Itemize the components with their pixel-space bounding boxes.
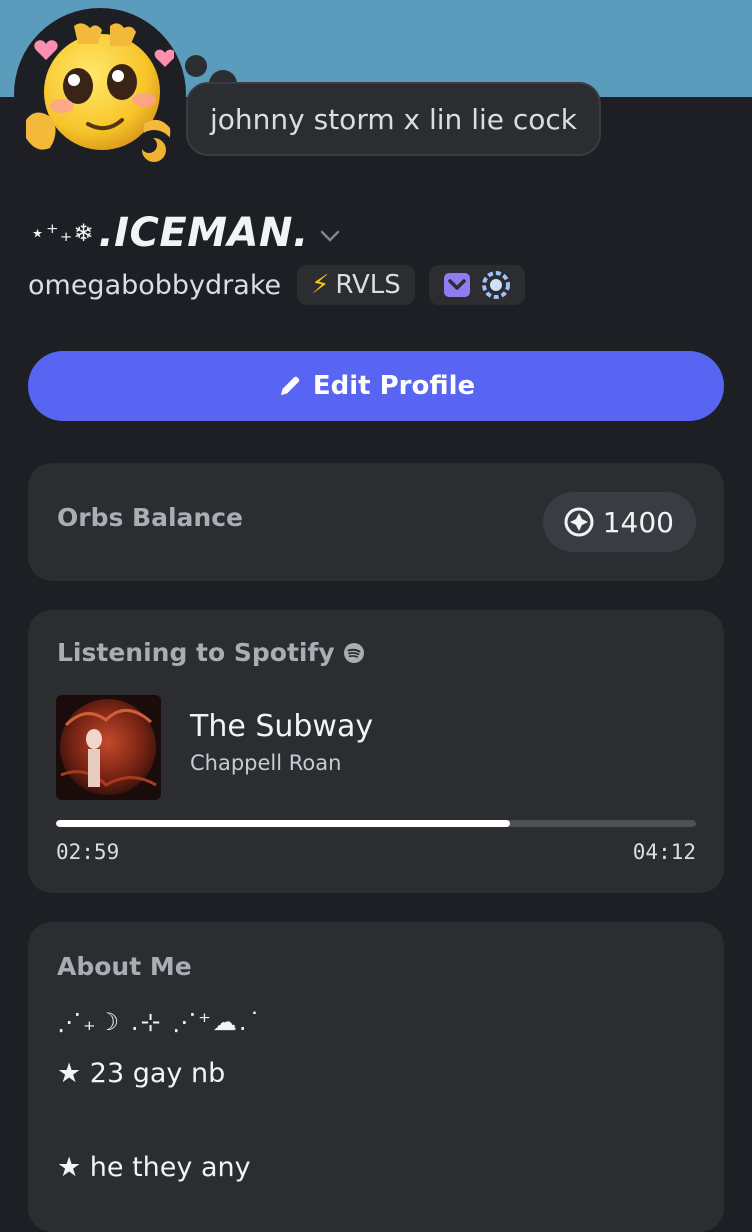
spotify-header-label: Listening to Spotify bbox=[57, 638, 335, 667]
boost-badge-icon[interactable] bbox=[481, 270, 511, 300]
custom-status-text: johnny storm x lin lie cock bbox=[210, 102, 578, 136]
pencil-icon bbox=[280, 376, 300, 395]
orbs-amount: 1400 bbox=[602, 505, 674, 539]
playback-progress-bar bbox=[56, 820, 696, 827]
moon-idle-icon bbox=[141, 137, 166, 162]
about-me-title: About Me bbox=[57, 952, 192, 981]
track-title[interactable]: The Subway bbox=[190, 709, 373, 744]
username-row: omegabobbydrake ⚡ RVLS bbox=[28, 263, 525, 307]
about-line: ★ he they any bbox=[57, 1152, 251, 1183]
about-me-card: About Me ⋰₊☽ .⊹ ⋰⁺☁.˙ ★ 23 gay nb ★ he t… bbox=[28, 922, 724, 1232]
track-artist[interactable]: Chappell Roan bbox=[190, 751, 341, 775]
edit-profile-button[interactable]: Edit Profile bbox=[28, 351, 724, 421]
display-name: .ICEMAN. bbox=[98, 210, 309, 256]
edit-profile-label: Edit Profile bbox=[312, 371, 476, 401]
server-tag-label: RVLS bbox=[335, 270, 401, 300]
total-duration: 04:12 bbox=[632, 840, 696, 864]
spotify-header: Listening to Spotify bbox=[57, 638, 365, 667]
display-name-row[interactable]: ⋆⁺₊❄ .ICEMAN. bbox=[30, 205, 341, 261]
badges bbox=[428, 265, 525, 305]
playback-progress-fill bbox=[56, 820, 511, 827]
lightning-icon: ⚡ bbox=[311, 270, 330, 300]
nitro-badge-icon[interactable] bbox=[443, 272, 471, 298]
orb-icon bbox=[564, 507, 594, 537]
status-indicator bbox=[134, 130, 174, 170]
display-name-decoration: ⋆⁺₊❄ bbox=[30, 219, 95, 247]
album-art[interactable] bbox=[56, 695, 161, 800]
about-line: ★ 23 gay nb bbox=[57, 1058, 226, 1089]
spotify-icon bbox=[343, 642, 364, 663]
server-tag[interactable]: ⚡ RVLS bbox=[297, 265, 415, 305]
bubble-tail-dot bbox=[185, 55, 207, 77]
orbs-balance-pill[interactable]: 1400 bbox=[542, 492, 696, 552]
username: omegabobbydrake bbox=[28, 269, 282, 301]
orbs-balance-card[interactable]: Orbs Balance 1400 bbox=[28, 463, 724, 581]
chevron-down-icon[interactable] bbox=[319, 229, 341, 243]
custom-status-bubble[interactable]: johnny storm x lin lie cock bbox=[186, 82, 602, 156]
elapsed-time: 02:59 bbox=[56, 840, 120, 864]
about-line: ⋰₊☽ .⊹ ⋰⁺☁.˙ bbox=[57, 1008, 263, 1036]
orbs-balance-label: Orbs Balance bbox=[57, 503, 243, 532]
spotify-activity-card[interactable]: Listening to Spotify The Subway Chappell… bbox=[28, 610, 724, 893]
